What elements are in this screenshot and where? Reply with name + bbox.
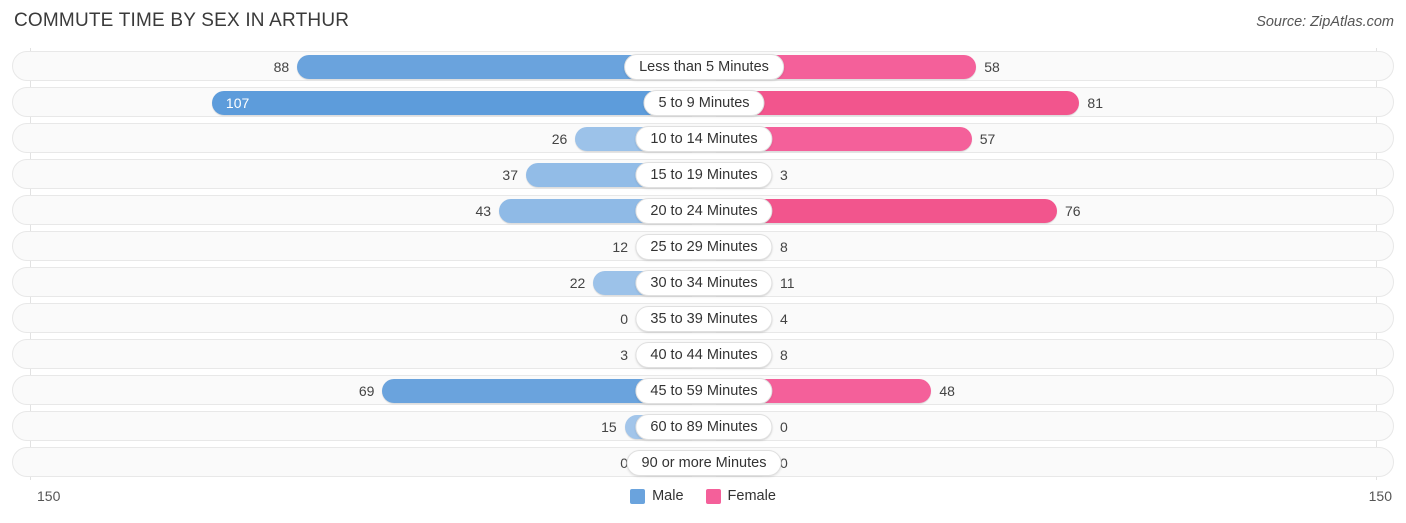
plot-area: 88 58 Less than 5 Minutes 107 81 5 to 9 Minut… — [0, 48, 1406, 480]
bar-value-male: 22 — [569, 275, 586, 291]
table-row: 26 57 10 to 14 Minutes — [12, 123, 1394, 153]
bar-value-female: 58 — [984, 59, 1000, 75]
bar-value-female: 48 — [939, 383, 955, 399]
bar-value-male: 3 — [620, 347, 628, 363]
category-label: Less than 5 Minutes — [624, 54, 784, 80]
category-label: 60 to 89 Minutes — [635, 414, 773, 440]
bar-value-female: 57 — [979, 131, 996, 147]
commute-time-chart: COMMUTE TIME BY SEX IN ARTHUR Source: Zi… — [0, 0, 1406, 523]
category-label: 40 to 44 Minutes — [635, 342, 773, 368]
chart-footer: 150 150 Male Female — [0, 480, 1406, 523]
category-label: 45 to 59 Minutes — [635, 378, 773, 404]
bar-value-male: 37 — [502, 167, 518, 183]
bar-value-female: 8 — [780, 239, 788, 255]
bar-value-male: 12 — [612, 239, 628, 255]
table-row: 0 0 90 or more Minutes — [12, 447, 1394, 477]
category-label: 10 to 14 Minutes — [635, 126, 773, 152]
bar-value-male: 88 — [273, 59, 290, 75]
legend-swatch-icon — [630, 488, 646, 504]
category-label: 30 to 34 Minutes — [635, 270, 773, 296]
bar-value-female: 3 — [780, 167, 788, 183]
table-row: 15 0 60 to 89 Minutes — [12, 411, 1394, 441]
bar-value-female: 4 — [780, 311, 788, 327]
table-row: 3 8 40 to 44 Minutes — [12, 339, 1394, 369]
legend-label: Female — [727, 488, 776, 504]
category-label: 25 to 29 Minutes — [635, 234, 773, 260]
bar-value-male: 15 — [601, 419, 617, 435]
table-row: 43 76 20 to 24 Minutes — [12, 195, 1394, 225]
legend-item[interactable]: Male — [630, 488, 684, 504]
bar-female[interactable] — [716, 91, 1080, 115]
bar-value-male: 107 — [225, 95, 250, 111]
bar-value-female: 81 — [1087, 95, 1103, 111]
table-row: 0 4 35 to 39 Minutes — [12, 303, 1394, 333]
table-row: 88 58 Less than 5 Minutes — [12, 51, 1394, 81]
legend-swatch-icon — [705, 488, 721, 504]
legend-label: Male — [652, 488, 684, 504]
page-title: COMMUTE TIME BY SEX IN ARTHUR — [14, 10, 350, 31]
table-row: 107 81 5 to 9 Minutes — [12, 87, 1394, 117]
bar-value-female: 11 — [780, 275, 795, 291]
bar-value-female: 76 — [1064, 203, 1081, 219]
category-label: 15 to 19 Minutes — [635, 162, 773, 188]
bar-value-male: 0 — [620, 455, 628, 471]
bar-value-female: 0 — [780, 419, 788, 435]
category-label: 5 to 9 Minutes — [643, 90, 765, 116]
table-row: 12 8 25 to 29 Minutes — [12, 231, 1394, 261]
bar-value-female: 8 — [780, 347, 788, 363]
category-label: 90 or more Minutes — [626, 450, 782, 476]
legend: Male Female — [0, 488, 1406, 504]
category-label: 20 to 24 Minutes — [635, 198, 773, 224]
source-attribution: Source: ZipAtlas.com — [1256, 14, 1394, 30]
category-label: 35 to 39 Minutes — [635, 306, 773, 332]
table-row: 22 11 30 to 34 Minutes — [12, 267, 1394, 297]
bar-value-male: 43 — [475, 203, 492, 219]
table-row: 37 3 15 to 19 Minutes — [12, 159, 1394, 189]
legend-item[interactable]: Female — [705, 488, 776, 504]
bar-value-male: 26 — [551, 131, 568, 147]
bar-male[interactable] — [211, 91, 692, 115]
bar-value-male: 69 — [358, 383, 375, 399]
table-row: 69 48 45 to 59 Minutes — [12, 375, 1394, 405]
bar-value-male: 0 — [620, 311, 628, 327]
